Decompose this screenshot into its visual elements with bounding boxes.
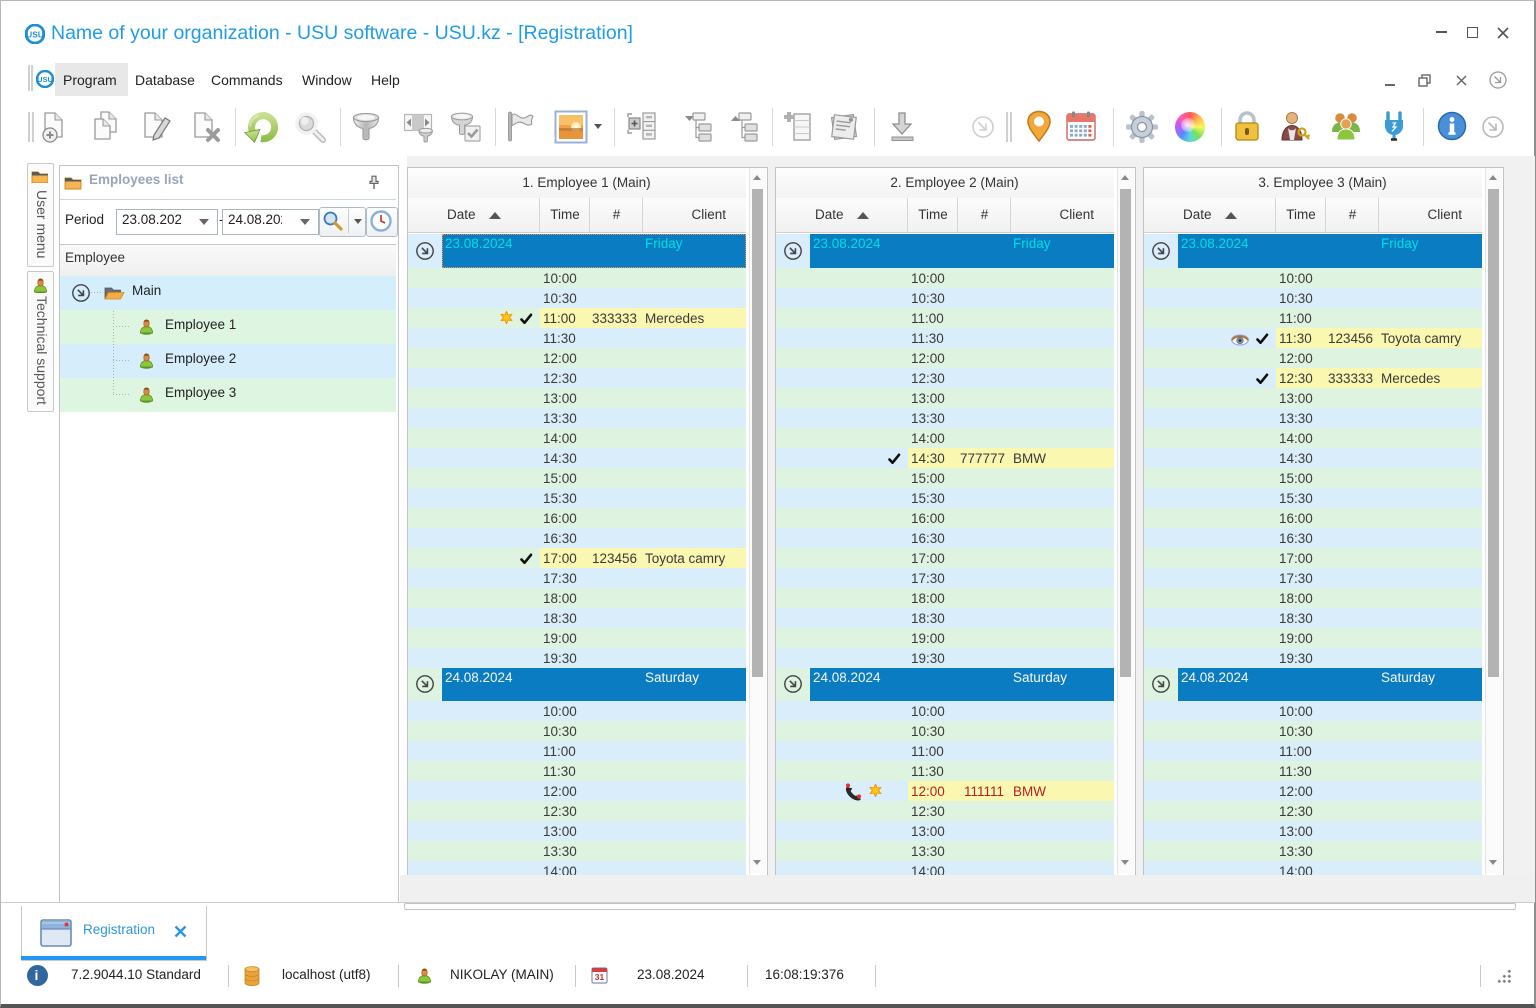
svg-text:31: 31 (595, 972, 605, 982)
svg-text:USU: USU (37, 75, 54, 84)
svg-text:USU: USU (26, 29, 44, 39)
